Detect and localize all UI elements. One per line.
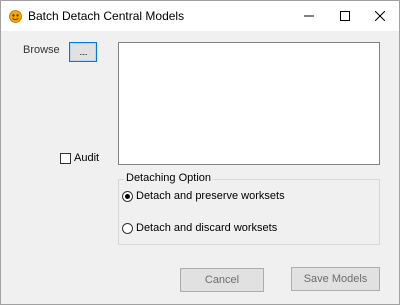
batch-detach-dialog: Batch Detach Central Models Browse .....… <box>0 0 400 305</box>
detach-discard-label: Detach and discard worksets <box>136 222 278 234</box>
window-title: Batch Detach Central Models <box>28 9 185 23</box>
selected-files-list[interactable] <box>118 42 380 165</box>
minimize-button[interactable] <box>292 1 326 31</box>
audit-label: Audit <box>74 152 100 164</box>
maximize-icon <box>340 11 350 21</box>
app-icon <box>9 10 22 23</box>
detach-preserve-option[interactable]: Detach and preserve worksets <box>122 190 285 202</box>
audit-option[interactable]: Audit <box>60 152 99 164</box>
title-bar: Batch Detach Central Models <box>1 1 399 31</box>
browse-label: Browse <box>23 44 60 56</box>
cancel-button[interactable]: Cancel <box>180 268 264 292</box>
close-icon <box>375 11 385 21</box>
detach-discard-option[interactable]: Detach and discard worksets <box>122 222 277 234</box>
save-models-button[interactable]: Save Models <box>291 267 380 291</box>
detach-preserve-radio[interactable] <box>122 190 133 202</box>
browse-button[interactable]: ..... <box>69 42 97 62</box>
audit-checkbox[interactable] <box>60 152 71 164</box>
detach-preserve-label: Detach and preserve worksets <box>136 190 285 202</box>
close-button[interactable] <box>363 1 397 31</box>
detaching-option-legend: Detaching Option <box>124 172 213 184</box>
detaching-option-group <box>118 179 380 245</box>
detach-discard-radio[interactable] <box>122 222 133 234</box>
minimize-icon <box>304 15 314 17</box>
maximize-button[interactable] <box>328 1 362 31</box>
